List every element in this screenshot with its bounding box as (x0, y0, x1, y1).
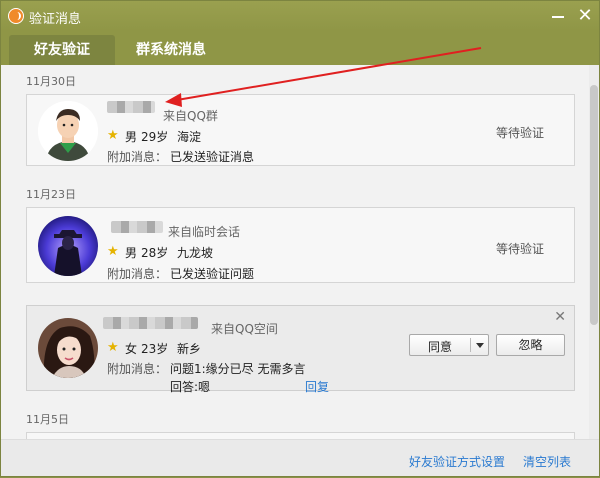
request-source: 来自QQ空间 (211, 322, 278, 336)
star-level-icon: ★ (107, 244, 119, 259)
attached-message: 已发送验证问题 (170, 267, 255, 281)
window-title: 验证消息 (29, 12, 82, 27)
user-location: 海淀 (177, 130, 202, 144)
user-gender: 男 (125, 246, 138, 260)
clear-list-link[interactable]: 清空列表 (523, 453, 571, 470)
minimize-button[interactable] (549, 7, 567, 25)
status-waiting: 等待验证 (495, 126, 544, 140)
status-waiting: 等待验证 (495, 242, 544, 256)
verification-settings-link[interactable]: 好友验证方式设置 (409, 453, 505, 470)
request-source: 来自临时会话 (168, 225, 241, 239)
answer-text: 回答:嗯 (170, 380, 211, 394)
attached-message: 已发送验证消息 (170, 150, 255, 164)
request-card[interactable]: 来自QQ群 ★ 男 29岁 海淀 附加消息： 已发送验证消息 等待验证 (26, 94, 575, 166)
user-age: 29岁 (141, 130, 169, 144)
date-header: 11月23日 (26, 188, 76, 201)
avatar[interactable] (38, 101, 98, 161)
title-bar[interactable]: 验证消息 ✕ (1, 1, 599, 31)
ignore-button[interactable]: 忽略 (496, 334, 565, 356)
verification-messages-window: 验证消息 ✕ 好友验证 群系统消息 11月30日 来自QQ群 ★ 男 29岁 海… (0, 0, 600, 477)
request-list[interactable]: 11月30日 来自QQ群 ★ 男 29岁 海淀 附加消息： 已发送验证消息 等待… (1, 65, 589, 439)
user-gender: 女 (125, 342, 138, 356)
request-card[interactable]: 来自临时会话 ★ 男 28岁 九龙坡 附加消息： 已发送验证问题 等待验证 (26, 207, 575, 283)
user-location: 九龙坡 (177, 246, 214, 260)
request-card[interactable] (26, 432, 575, 439)
scrollbar[interactable] (589, 65, 599, 439)
chevron-down-icon[interactable] (476, 343, 484, 348)
user-age: 28岁 (141, 246, 169, 260)
footer: 好友验证方式设置 清空列表 (1, 439, 599, 476)
blurred-nickname (111, 221, 163, 233)
close-button[interactable]: ✕ (576, 7, 594, 25)
qq-speaker-icon (8, 8, 24, 24)
minimize-icon (552, 16, 564, 18)
request-source: 来自QQ群 (163, 109, 218, 123)
blurred-nickname (103, 317, 198, 329)
attached-message: 问题1:缘分已尽 无需多言 (170, 362, 306, 376)
user-location: 新乡 (177, 342, 202, 356)
avatar[interactable] (38, 216, 98, 276)
tab-bar: 好友验证 群系统消息 (1, 31, 599, 65)
date-header: 11月30日 (26, 75, 76, 88)
scroll-thumb[interactable] (590, 85, 598, 325)
date-header: 11月5日 (26, 413, 69, 426)
close-icon[interactable]: ✕ (554, 309, 566, 325)
tab-group-system-messages[interactable]: 群系统消息 (119, 35, 223, 65)
user-age: 23岁 (141, 342, 169, 356)
blurred-nickname (107, 101, 155, 113)
dropdown-separator (470, 338, 471, 352)
user-gender: 男 (125, 130, 138, 144)
tab-friend-verification[interactable]: 好友验证 (9, 35, 115, 65)
avatar[interactable] (38, 318, 98, 378)
reply-link[interactable]: 回复 (305, 378, 329, 395)
star-level-icon: ★ (107, 128, 119, 143)
agree-button[interactable]: 同意 (409, 334, 489, 356)
star-level-icon: ★ (107, 340, 119, 355)
agree-label: 同意 (427, 340, 452, 354)
attached-message-label: 附加消息： (107, 267, 168, 281)
attached-message-label: 附加消息： (107, 150, 168, 164)
attached-message-label: 附加消息： (107, 362, 168, 376)
request-card[interactable]: 来自QQ空间 ★ 女 23岁 新乡 附加消息： 问题1:缘分已尽 无需多言 回答… (26, 305, 575, 394)
